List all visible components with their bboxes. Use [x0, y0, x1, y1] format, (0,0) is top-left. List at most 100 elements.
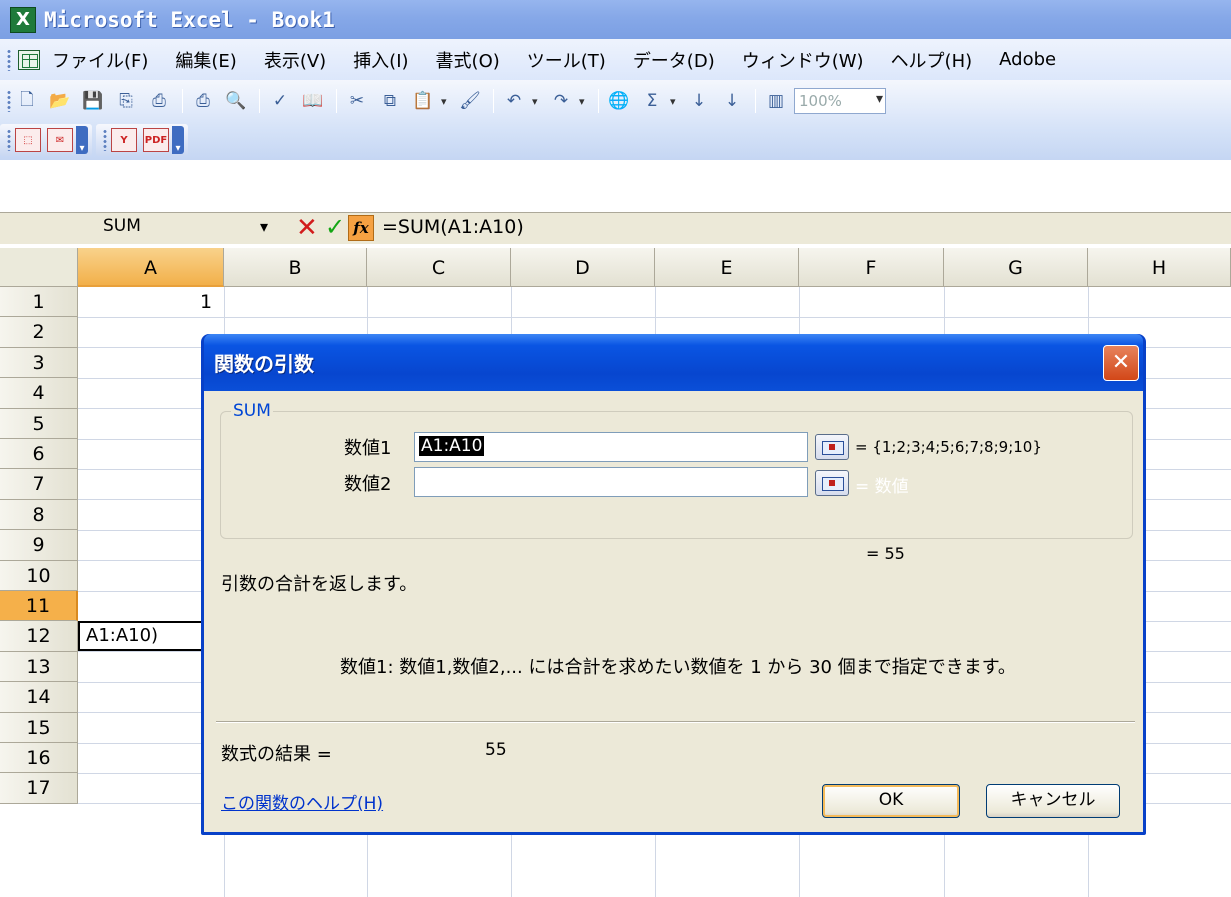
menu-window[interactable]: ウィンドウ(W) — [742, 47, 864, 73]
arg2-input[interactable] — [414, 467, 808, 497]
row-header[interactable]: 13 — [0, 651, 78, 683]
redo-icon[interactable]: ↷ — [546, 86, 576, 116]
arg1-input[interactable]: A1:A10 — [414, 432, 808, 462]
row-header[interactable]: 6 — [0, 439, 78, 470]
column-header-g[interactable]: G — [944, 248, 1088, 287]
row-header[interactable]: 14 — [0, 682, 78, 713]
column-header-e[interactable]: E — [655, 248, 799, 287]
print-preview-icon[interactable]: 🔍 — [221, 86, 251, 116]
menu-data[interactable]: データ(D) — [633, 47, 715, 73]
print-setup-icon[interactable]: ⎙ — [144, 86, 174, 116]
menu-format[interactable]: 書式(O) — [436, 47, 500, 73]
toolbar-area: 🗋 📂 💾 ⎘ ⎙ ⎙ 🔍 ✓ 📖 ✂ ⧉ 📋 ▾ 🖌 ↶ ▾ ↷ ▾ 🌐 Σ … — [0, 80, 1231, 160]
name-box[interactable]: SUM — [0, 215, 256, 239]
arg2-collapse-icon[interactable] — [815, 470, 849, 496]
row-header[interactable]: 4 — [0, 378, 78, 409]
autosum-icon[interactable]: Σ — [637, 86, 667, 116]
cancel-button[interactable]: キャンセル — [986, 784, 1120, 818]
chart-wizard-icon[interactable]: ▥ — [761, 86, 791, 116]
arg1-result: = {1;2;3;4;5;6;7;8;9;10} — [855, 438, 1042, 456]
open-icon[interactable]: 📂 — [45, 86, 75, 116]
function-help-link[interactable]: この関数のヘルプ(H) — [221, 789, 383, 814]
formula-input[interactable]: =SUM(A1:A10) — [382, 216, 524, 238]
toolbar-grip-handle[interactable] — [6, 129, 12, 151]
toolbar-grip-handle[interactable] — [102, 129, 108, 151]
row-header[interactable]: 2 — [0, 317, 78, 348]
row-header[interactable]: 10 — [0, 560, 78, 591]
toolbar-separator — [182, 89, 183, 113]
select-all-corner[interactable] — [0, 248, 78, 287]
row-header[interactable]: 1 — [0, 287, 78, 318]
row-header[interactable]: 9 — [0, 530, 78, 561]
cut-icon[interactable]: ✂ — [342, 86, 372, 116]
toolbar-separator — [598, 89, 599, 113]
copy-icon[interactable]: ⧉ — [375, 86, 405, 116]
menu-adobe[interactable]: Adobe — [999, 49, 1056, 70]
toolbar-separator — [336, 89, 337, 113]
permission-icon[interactable]: ⎘ — [111, 86, 141, 116]
redo-dropdown-icon[interactable]: ▾ — [579, 95, 589, 108]
sort-ascending-icon[interactable]: ↓ — [684, 86, 714, 116]
close-icon[interactable]: ✕ — [1103, 344, 1139, 381]
pdf-toolbar-group-2: Y PDF ▾ — [96, 124, 188, 156]
paste-dropdown-icon[interactable]: ▾ — [441, 95, 451, 108]
print-icon[interactable]: ⎙ — [188, 86, 218, 116]
autosum-dropdown-icon[interactable]: ▾ — [670, 95, 680, 108]
row-header[interactable]: 8 — [0, 499, 78, 531]
ok-button[interactable]: OK — [822, 784, 960, 818]
menu-edit[interactable]: 編集(E) — [175, 47, 236, 73]
arg1-label: 数値1 — [344, 438, 392, 459]
row-header[interactable]: 3 — [0, 347, 78, 379]
arg1-collapse-icon[interactable] — [815, 434, 849, 460]
zoom-select[interactable]: 100% — [794, 88, 886, 114]
column-header-d[interactable]: D — [511, 248, 655, 287]
research-icon[interactable]: 📖 — [298, 86, 328, 116]
pdf-tools-icon[interactable]: Y — [111, 128, 137, 152]
function-description: 引数の合計を返します。 — [221, 574, 418, 595]
row-header[interactable]: 16 — [0, 743, 78, 774]
paste-icon[interactable]: 📋 — [408, 86, 438, 116]
column-header-b[interactable]: B — [224, 248, 367, 287]
insert-function-icon[interactable]: fx — [348, 215, 374, 241]
convert-and-email-pdf-icon[interactable]: ✉ — [47, 128, 73, 152]
format-painter-icon[interactable]: 🖌 — [455, 86, 485, 116]
dialog-title: 関数の引数 — [214, 352, 314, 376]
row-header[interactable]: 7 — [0, 469, 78, 500]
row-header[interactable]: 15 — [0, 712, 78, 743]
dialog-title-bar[interactable]: 関数の引数 ✕ — [204, 334, 1143, 391]
column-header-f[interactable]: F — [799, 248, 944, 287]
menu-grip-handle[interactable] — [6, 48, 12, 71]
sort-descending-icon[interactable]: ↓ — [717, 86, 747, 116]
save-icon[interactable]: 💾 — [78, 86, 108, 116]
toolbar-options-icon[interactable]: ▾ — [76, 126, 88, 154]
column-header-a[interactable]: A — [78, 248, 224, 287]
menu-tools[interactable]: ツール(T) — [527, 47, 606, 73]
new-icon[interactable]: 🗋 — [12, 86, 42, 116]
workbook-icon[interactable] — [18, 49, 40, 70]
undo-dropdown-icon[interactable]: ▾ — [532, 95, 542, 108]
row-header[interactable]: 12 — [0, 621, 78, 652]
spelling-icon[interactable]: ✓ — [265, 86, 295, 116]
column-header-c[interactable]: C — [367, 248, 511, 287]
cell-a1[interactable]: 1 — [200, 291, 212, 313]
column-header-h[interactable]: H — [1088, 248, 1231, 287]
menu-help[interactable]: ヘルプ(H) — [891, 47, 973, 73]
menu-view[interactable]: 表示(V) — [264, 47, 326, 73]
function-result: = 55 — [866, 544, 905, 563]
pdf-icon[interactable]: PDF — [143, 128, 169, 152]
menu-insert[interactable]: 挿入(I) — [353, 47, 408, 73]
confirm-edit-icon[interactable]: ✓ — [325, 213, 345, 241]
hyperlink-icon[interactable]: 🌐 — [604, 86, 634, 116]
menu-file[interactable]: ファイル(F) — [52, 47, 148, 73]
argument-description: 数値1: 数値1,数値2,... には合計を求めたい数値を 1 から 30 個ま… — [340, 657, 1016, 678]
formula-bar: SUM ▾ ✕ ✓ fx =SUM(A1:A10) — [0, 212, 1231, 244]
name-box-dropdown-icon[interactable]: ▾ — [260, 217, 268, 236]
toolbar-options-icon[interactable]: ▾ — [172, 126, 184, 154]
row-header-active[interactable]: 11 — [0, 591, 78, 622]
row-header[interactable]: 17 — [0, 773, 78, 804]
row-header[interactable]: 5 — [0, 408, 78, 439]
convert-to-pdf-icon[interactable]: ⬚ — [15, 128, 41, 152]
undo-icon[interactable]: ↶ — [499, 86, 529, 116]
cancel-edit-icon[interactable]: ✕ — [296, 213, 318, 243]
formula-result-label: 数式の結果 = — [221, 744, 332, 765]
